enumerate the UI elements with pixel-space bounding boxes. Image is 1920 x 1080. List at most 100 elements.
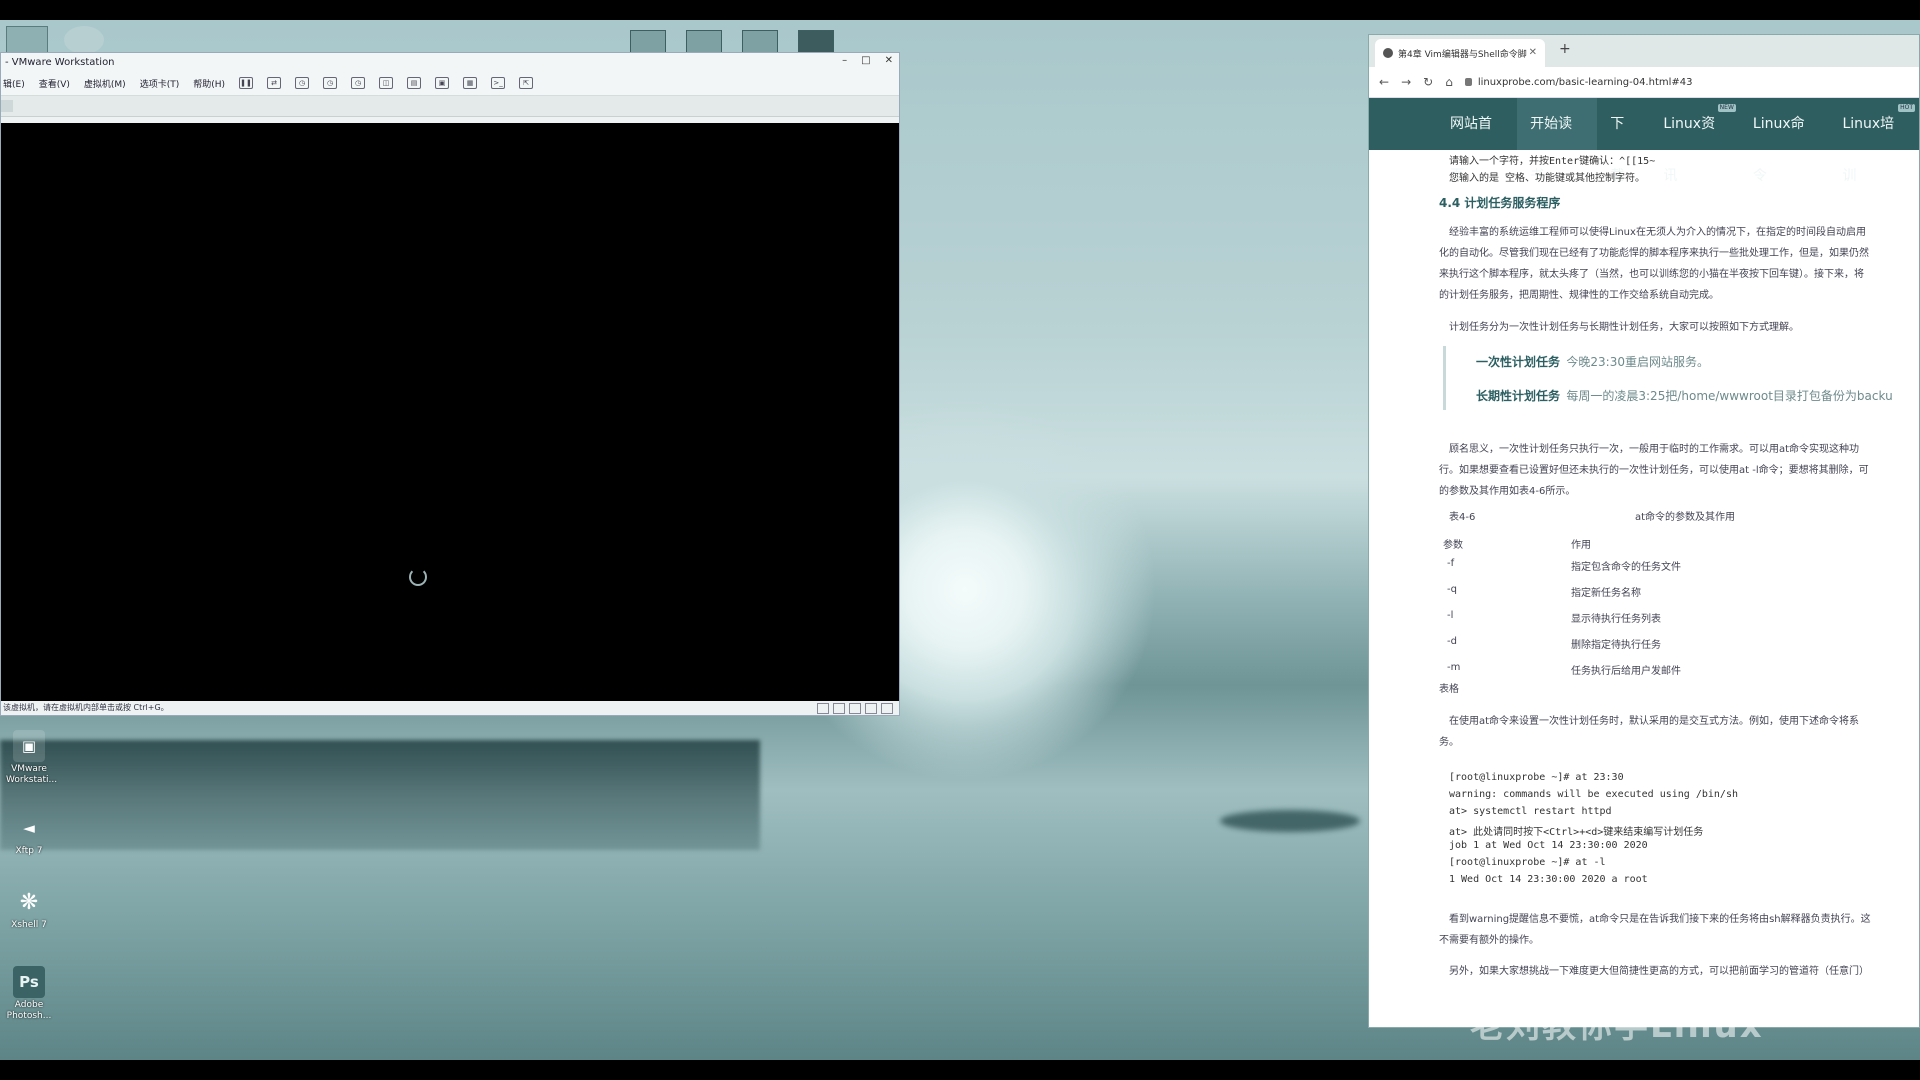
menu-edit[interactable]: 辑(E) bbox=[3, 77, 25, 90]
table-header: 作用 bbox=[1571, 540, 1591, 551]
nav-start-reading[interactable]: 开始读书 bbox=[1517, 98, 1598, 184]
lock-icon bbox=[1464, 78, 1472, 86]
paragraph-line: 不需要有额外的操作。 bbox=[1439, 935, 1539, 946]
paragraph-line: 经验丰富的系统运维工程师可以使得Linux在无须人为介入的情况下，在指定的时间段… bbox=[1449, 227, 1866, 238]
table-cell: -f bbox=[1447, 558, 1455, 569]
close-tab-icon[interactable]: ✕ bbox=[1529, 47, 1537, 58]
table-cell: -l bbox=[1447, 610, 1454, 621]
vmware-titlebar[interactable]: - VMware Workstation – □ ✕ bbox=[1, 53, 899, 71]
table-cell: -d bbox=[1447, 636, 1457, 647]
device-display-icon[interactable] bbox=[881, 703, 893, 714]
desktop-icon-photoshop[interactable]: Ps Adobe Photosh... bbox=[6, 966, 52, 1022]
paragraph-line: 化的自动化。尽管我们现在已经有了功能彪悍的脚本程序来执行一些批处理工作，但是，如… bbox=[1439, 248, 1869, 259]
favicon-icon bbox=[1383, 48, 1393, 58]
vm-tab[interactable] bbox=[1, 100, 13, 112]
taskbar-thumbnail[interactable] bbox=[630, 30, 666, 54]
quote-text: 今晚23:30重启网站服务。 bbox=[1566, 355, 1709, 369]
menu-view[interactable]: 查看(V) bbox=[39, 77, 70, 90]
new-badge: NEW bbox=[1717, 104, 1736, 112]
browser-tab[interactable]: 第4章 Vim编辑器与Shell命令脚 ✕ bbox=[1375, 39, 1545, 67]
console-icon[interactable]: >_ bbox=[491, 77, 506, 89]
maximize-icon[interactable]: □ bbox=[861, 55, 870, 66]
section-heading: 4.4 计划任务服务程序 bbox=[1439, 196, 1561, 210]
snapshot-restore-icon[interactable]: ◷ bbox=[323, 77, 338, 89]
browser-window[interactable]: 第4章 Vim编辑器与Shell命令脚 ✕ + ← → ↻ ⌂ linuxpro… bbox=[1368, 34, 1920, 1028]
paragraph-line: 看到warning提醒信息不要慌，at命令只是在告诉我们接下来的任务将由sh解释… bbox=[1449, 914, 1871, 925]
reload-icon[interactable]: ↻ bbox=[1423, 75, 1433, 89]
paragraph-line: 务。 bbox=[1439, 737, 1459, 748]
table-cell: -q bbox=[1447, 584, 1457, 595]
nav-linux-training[interactable]: Linux培训 HOT bbox=[1829, 98, 1919, 184]
back-icon[interactable]: ← bbox=[1379, 75, 1389, 89]
device-network-icon[interactable] bbox=[849, 703, 861, 714]
menu-tabs[interactable]: 选项卡(T) bbox=[140, 77, 180, 90]
status-text: 该虚拟机，请在虚拟机内部单击或按 Ctrl+G。 bbox=[3, 703, 169, 712]
photoshop-icon: Ps bbox=[13, 966, 45, 998]
table-cell: 指定新任务名称 bbox=[1571, 588, 1641, 599]
table-cell: -m bbox=[1447, 662, 1461, 673]
xshell-icon: ❋ bbox=[19, 889, 39, 915]
device-hdd-icon[interactable] bbox=[817, 703, 829, 714]
menu-help[interactable]: 帮助(H) bbox=[193, 77, 225, 90]
table-cell: 任务执行后给用户发邮件 bbox=[1571, 666, 1681, 677]
code-output-line: 请输入一个字符，并按Enter键确认：^[[15~ bbox=[1449, 156, 1656, 167]
code-line: [root@linuxprobe ~]# at 23:30 bbox=[1449, 772, 1624, 783]
url-text: linuxprobe.com/basic-learning-04.html#43 bbox=[1477, 76, 1693, 88]
paragraph-line: 的计划任务服务，把周期性、规律性的工作交给系统自动完成。 bbox=[1439, 290, 1719, 301]
forward-icon[interactable]: → bbox=[1401, 75, 1411, 89]
table-footer: 表格 bbox=[1439, 684, 1459, 695]
bottom-black-bar bbox=[0, 1060, 1920, 1080]
stretch-icon[interactable]: ⇱ bbox=[519, 77, 534, 89]
table-header: 参数 bbox=[1443, 540, 1463, 551]
desktop-icon-vmware[interactable]: ▣ VMware Workstati... bbox=[6, 730, 58, 786]
unity-icon[interactable]: ▦ bbox=[463, 77, 478, 89]
device-cd-icon[interactable] bbox=[833, 703, 845, 714]
code-line: 1 Wed Oct 14 23:30:00 2020 a root bbox=[1449, 874, 1648, 885]
taskbar-thumbnail[interactable] bbox=[742, 30, 778, 54]
taskbar-thumbnail[interactable] bbox=[686, 30, 722, 54]
tab-title: 第4章 Vim编辑器与Shell命令脚 bbox=[1398, 49, 1527, 60]
hot-badge: HOT bbox=[1898, 104, 1915, 112]
video-watermark: 老刘教你学Linux bbox=[1470, 1006, 1764, 1046]
new-tab-icon[interactable]: + bbox=[1559, 41, 1571, 57]
address-bar[interactable]: linuxprobe.com/basic-learning-04.html#43 bbox=[1464, 76, 1693, 88]
nav-download[interactable]: 下载 bbox=[1597, 98, 1650, 184]
nav-home[interactable]: 网站首页 bbox=[1437, 98, 1517, 184]
home-icon[interactable]: ⌂ bbox=[1445, 75, 1453, 89]
vm-console-screen[interactable] bbox=[1, 123, 899, 701]
desktop-icon-top-second[interactable] bbox=[64, 26, 104, 54]
close-icon[interactable]: ✕ bbox=[885, 55, 893, 66]
xftp-icon: ◄ bbox=[23, 819, 35, 837]
vmware-title: - VMware Workstation bbox=[5, 56, 115, 68]
snapshot-icon[interactable]: ◷ bbox=[295, 77, 310, 89]
device-sound-icon[interactable] bbox=[865, 703, 877, 714]
vmware-window[interactable]: - VMware Workstation – □ ✕ 辑(E) 查看(V) 虚拟… bbox=[0, 52, 900, 716]
desktop-icon-label: Xftp 7 bbox=[15, 846, 43, 856]
desktop-icon-label: VMware Workstati... bbox=[6, 764, 58, 785]
table-cell: 显示待执行任务列表 bbox=[1571, 614, 1661, 625]
desktop-icon-xftp[interactable]: ◄ Xftp 7 bbox=[6, 812, 52, 857]
fullscreen-icon[interactable]: ▣ bbox=[435, 77, 450, 89]
nav-linux-commands[interactable]: Linux命令 bbox=[1740, 98, 1830, 184]
wallpaper-island bbox=[1220, 810, 1360, 832]
top-black-bar bbox=[0, 0, 1920, 20]
paragraph-line: 另外，如果大家想挑战一下难度更大但简捷性更高的方式，可以把前面学习的管道符（任意… bbox=[1449, 966, 1869, 977]
library-view-icon[interactable]: ◫ bbox=[379, 77, 394, 89]
nav-linux-news[interactable]: Linux资讯 NEW bbox=[1650, 98, 1740, 184]
send-keys-icon[interactable]: ⇄ bbox=[267, 77, 282, 89]
minimize-icon[interactable]: – bbox=[842, 55, 847, 66]
pause-icon[interactable]: ❚❚ bbox=[239, 77, 254, 89]
snapshot-manager-icon[interactable]: ◷ bbox=[351, 77, 366, 89]
tabs-view-icon[interactable]: ▤ bbox=[407, 77, 422, 89]
paragraph-line: 在使用at命令来设置一次性计划任务时，默认采用的是交互式方法。例如，使用下述命令… bbox=[1449, 716, 1860, 727]
vmware-menubar: 辑(E) 查看(V) 虚拟机(M) 选项卡(T) 帮助(H) ❚❚ ⇄ ◷ ◷ … bbox=[1, 71, 899, 96]
vmware-tabstrip bbox=[1, 96, 899, 117]
paragraph-line: 计划任务分为一次性计划任务与长期性计划任务，大家可以按照如下方式理解。 bbox=[1449, 322, 1799, 333]
vmware-statusbar: 该虚拟机，请在虚拟机内部单击或按 Ctrl+G。 bbox=[1, 701, 899, 715]
table-caption: 表4-6 bbox=[1449, 512, 1476, 523]
blockquote: 一次性计划任务 今晚23:30重启网站服务。 长期性计划任务 每周一的凌晨3:2… bbox=[1443, 346, 1893, 410]
menu-vm[interactable]: 虚拟机(M) bbox=[84, 77, 126, 90]
taskbar-thumbnail[interactable] bbox=[798, 30, 834, 54]
browser-tabstrip: 第4章 Vim编辑器与Shell命令脚 ✕ + bbox=[1369, 35, 1919, 67]
desktop-icon-xshell[interactable]: ❋ Xshell 7 bbox=[6, 886, 52, 931]
